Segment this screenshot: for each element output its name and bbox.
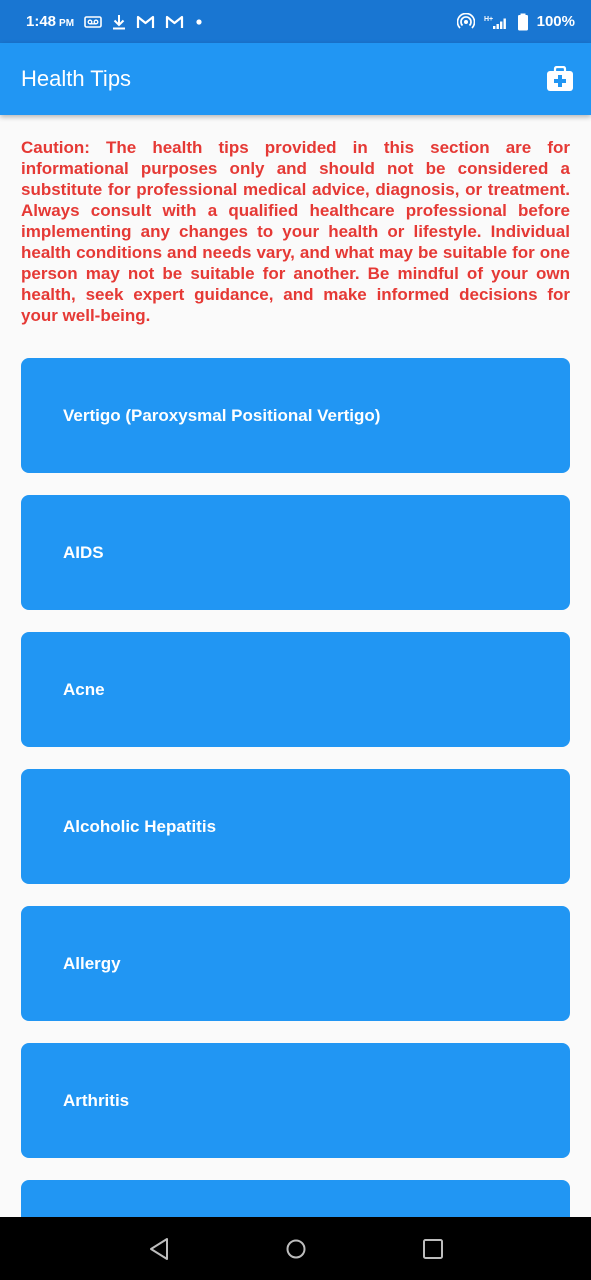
tip-label: Acne — [63, 679, 105, 699]
caution-text: Caution: The health tips provided in thi… — [21, 138, 570, 325]
tip-label: Allergy — [63, 953, 121, 973]
tip-card[interactable] — [21, 1180, 570, 1217]
battery-percent: 100% — [536, 13, 575, 30]
tip-card[interactable]: Arthritis — [21, 1043, 570, 1158]
gmail-icon — [165, 15, 184, 29]
tip-card[interactable]: AIDS — [21, 495, 570, 610]
status-time: 1:48 PM — [26, 13, 74, 30]
status-left: 1:48 PM — [26, 13, 204, 30]
tip-card[interactable]: Allergy — [21, 906, 570, 1021]
home-icon — [285, 1238, 307, 1260]
tip-label: AIDS — [63, 542, 104, 562]
navigation-bar — [0, 1217, 591, 1280]
home-button[interactable] — [276, 1229, 316, 1269]
tip-card[interactable]: Alcoholic Hepatitis — [21, 769, 570, 884]
download-icon — [112, 14, 126, 30]
tip-label: Alcoholic Hepatitis — [63, 816, 217, 836]
medical-kit-button[interactable] — [545, 64, 575, 94]
network-type-label: H+ — [484, 16, 493, 23]
battery-icon — [517, 13, 529, 31]
dot-icon — [194, 17, 204, 27]
signal-icon: H+ — [483, 14, 509, 30]
tip-label: Vertigo (Paroxysmal Positional Vertigo) — [63, 405, 381, 425]
tip-card[interactable]: Acne — [21, 632, 570, 747]
tip-label: Arthritis — [63, 1090, 130, 1110]
tip-list: Vertigo (Paroxysmal Positional Vertigo) … — [21, 358, 570, 1217]
voicemail-icon — [84, 15, 102, 28]
status-time-ampm: PM — [59, 18, 75, 29]
hotspot-icon — [456, 12, 475, 31]
page-title: Health Tips — [21, 66, 132, 91]
app-bar: Health Tips — [0, 43, 591, 115]
content-area[interactable]: Caution: The health tips provided in thi… — [0, 115, 591, 1217]
status-time-value: 1:48 — [26, 13, 57, 30]
medical-kit-icon — [546, 66, 574, 92]
recents-button[interactable] — [413, 1229, 453, 1269]
gmail-icon — [136, 15, 155, 29]
status-right: H+ 100% — [456, 12, 575, 31]
tip-card[interactable]: Vertigo (Paroxysmal Positional Vertigo) — [21, 358, 570, 473]
back-icon — [148, 1237, 170, 1261]
back-button[interactable] — [139, 1229, 179, 1269]
recents-icon — [422, 1238, 444, 1260]
status-bar: 1:48 PM H+ 100% — [0, 0, 591, 43]
